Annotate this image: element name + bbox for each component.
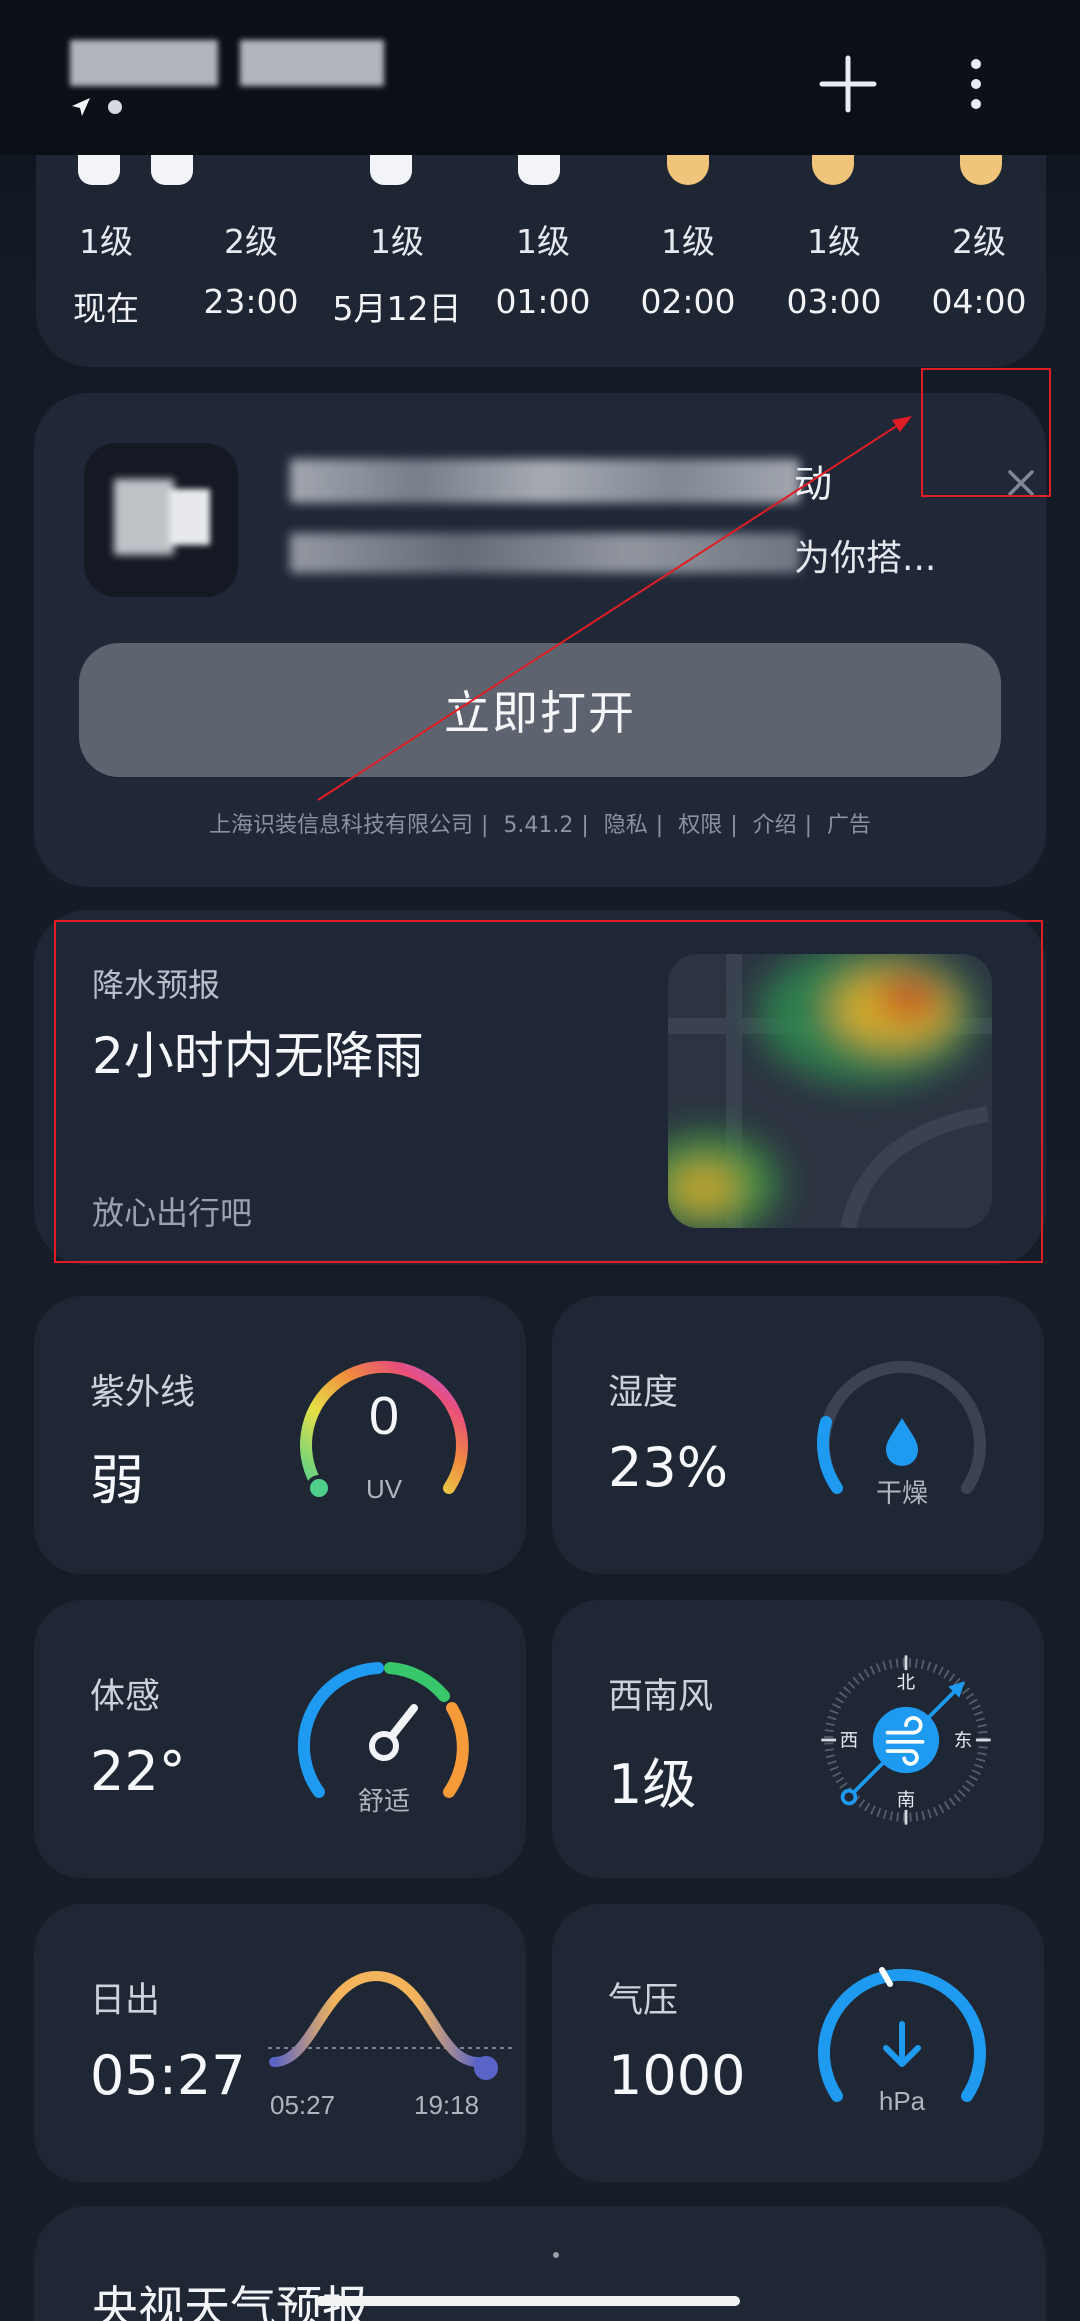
add-city-button[interactable] — [812, 48, 884, 120]
hour-time: 03:00 — [786, 282, 882, 321]
pressure-unit: hPa — [879, 2086, 926, 2116]
wind-level: 1级 — [79, 222, 133, 261]
feels-like-label: 体感 — [90, 1677, 161, 1717]
feels-like-tile[interactable]: 体感 22° 舒适 — [34, 1600, 526, 1878]
feels-like-value: 22° — [90, 1740, 186, 1803]
uv-unit: UV — [366, 1474, 403, 1504]
pressure-tile[interactable]: 气压 1000 hPa — [552, 1904, 1044, 2182]
ad-permissions-link[interactable]: 权限 — [678, 813, 722, 838]
pressure-label: 气压 — [608, 1981, 679, 2021]
wind-compass: 北 南 西 东 — [821, 1655, 991, 1825]
cloud-night-icon — [151, 155, 193, 185]
humidity-note: 干燥 — [876, 1478, 928, 1508]
compass-south: 南 — [897, 1790, 915, 1811]
wind-level-value: 1级 — [608, 1753, 697, 1816]
moon-icon — [812, 155, 854, 185]
annotation-box-close — [921, 368, 1051, 497]
hour-time: 5月12日 — [332, 289, 462, 328]
location-dot-icon — [108, 100, 122, 114]
humidity-tile[interactable]: 湿度 23% 干燥 — [552, 1296, 1044, 1574]
wind-level: 1级 — [516, 222, 570, 261]
ad-title: 动 — [794, 462, 833, 506]
gesture-nav-bar[interactable] — [316, 2296, 740, 2306]
sunrise-value: 05:27 — [90, 2044, 246, 2107]
pressure-gauge: hPa — [818, 1967, 986, 2116]
moon-icon — [960, 155, 1002, 185]
wind-level: 1级 — [661, 222, 715, 261]
more-options-button[interactable] — [948, 48, 1004, 120]
sun-position-marker — [474, 2056, 498, 2080]
wind-level: 1级 — [807, 222, 861, 261]
ad-title-redacted — [290, 459, 800, 503]
sunset-time: 19:18 — [414, 2090, 479, 2120]
wind-level: 2级 — [952, 222, 1006, 261]
city-name-redacted — [70, 40, 218, 86]
open-now-button[interactable]: 立即打开 — [79, 643, 1001, 777]
water-drop-icon — [886, 1418, 918, 1466]
ad-label: 广告 — [827, 813, 872, 838]
ad-privacy-link[interactable]: 隐私 — [604, 813, 648, 838]
humidity-gauge: 干燥 — [817, 1360, 986, 1508]
compass-north: 北 — [897, 1672, 915, 1693]
uv-tile[interactable]: 紫外线 弱 0 UV — [34, 1296, 526, 1574]
cloud-night-icon — [370, 155, 412, 185]
sun-path-chart: 05:27 19:18 — [268, 1970, 514, 2120]
more-vertical-icon — [971, 59, 981, 109]
sunrise-time: 05:27 — [270, 2090, 335, 2120]
hour-time: 01:00 — [495, 282, 591, 321]
compass-east: 东 — [954, 1730, 972, 1751]
humidity-label: 湿度 — [608, 1373, 679, 1413]
moon-icon — [667, 155, 709, 185]
ad-description: 为你搭... — [794, 538, 937, 579]
ad-company: 上海识装信息科技有限公司 — [208, 813, 473, 838]
hour-time: 现在 — [73, 289, 139, 328]
ad-intro-link[interactable]: 介绍 — [753, 813, 797, 838]
cloud-night-icon — [518, 155, 560, 185]
hour-time: 02:00 — [640, 282, 736, 321]
hour-time: 04:00 — [931, 282, 1027, 321]
comfort-note: 舒适 — [358, 1786, 410, 1816]
uv-label: 紫外线 — [90, 1373, 196, 1413]
ad-app-logo — [84, 443, 238, 597]
hour-time: 23:00 — [203, 282, 299, 321]
compass-west: 西 — [840, 1730, 858, 1751]
weather-page: 1级 2级 1级 1级 1级 1级 2级 现在 23:00 5月12日 01:0… — [0, 0, 1080, 2321]
pressure-value: 1000 — [608, 2044, 746, 2107]
district-name-redacted — [240, 40, 384, 86]
comfort-gauge: 舒适 — [297, 1662, 469, 1816]
sunrise-tile[interactable]: 日出 05:27 05:27 19:18 — [34, 1904, 526, 2182]
top-bar — [0, 0, 1080, 155]
cloud-night-icon — [78, 155, 120, 185]
wind-level: 1级 — [370, 222, 424, 261]
location-arrow-icon — [72, 98, 90, 116]
page-indicator-dot — [553, 2252, 559, 2258]
ad-description-redacted — [290, 533, 800, 573]
ad-version: 5.41.2 — [503, 813, 574, 838]
ad-footer: 上海识装信息科技有限公司 | 5.41.2 | 隐私 | 权限 | 介绍 | 广告 — [208, 813, 872, 838]
annotation-box-precipitation — [54, 920, 1043, 1263]
plus-icon — [819, 55, 877, 113]
uv-value: 弱 — [90, 1449, 144, 1512]
wind-direction-label: 西南风 — [608, 1677, 714, 1717]
wind-tile[interactable]: 西南风 1级 北 南 西 东 — [552, 1600, 1044, 1878]
wind-level: 2级 — [224, 222, 278, 261]
uv-reading: 0 — [369, 1386, 399, 1446]
sunrise-label: 日出 — [90, 1981, 161, 2021]
arrow-down-icon — [883, 2021, 921, 2067]
humidity-value: 23% — [608, 1436, 729, 1499]
ad-card[interactable]: 动 为你搭... 立即打开 上海识装信息科技有限公司 | 5.41.2 | 隐私 | … — [34, 393, 1046, 887]
uv-gauge: 0 UV — [300, 1360, 468, 1504]
